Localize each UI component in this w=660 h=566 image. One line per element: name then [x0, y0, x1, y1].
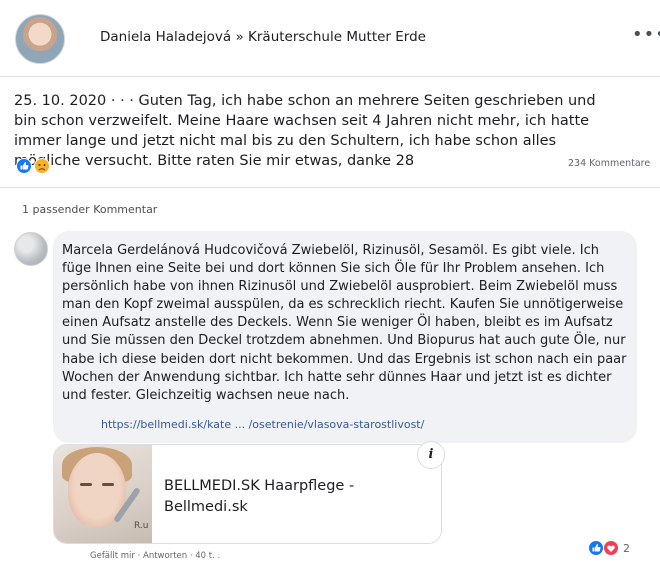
like-icon: [16, 158, 32, 174]
comment-reactions[interactable]: [588, 540, 622, 556]
post-reactions[interactable]: [16, 158, 56, 174]
header-divider: [0, 76, 660, 77]
post-author-title[interactable]: Daniela Haladejová » Kräuterschule Mutte…: [100, 29, 426, 45]
comment-text: Marcela Gerdelánová Hudcovičová Zwiebelö…: [62, 243, 627, 403]
link-preview-card[interactable]: R.u BELLMEDI.SK Haarpflege - Bellmedi.sk: [53, 444, 442, 544]
post-text: 25. 10. 2020 · · · Guten Tag, ich habe s…: [14, 93, 596, 169]
sad-icon: [34, 158, 50, 174]
matching-comments-label: 1 passender Kommentar: [22, 203, 158, 216]
post-divider: [0, 187, 660, 188]
love-icon: [603, 540, 619, 556]
author-avatar[interactable]: [15, 14, 65, 64]
more-dots-icon[interactable]: •••: [632, 26, 660, 44]
comment-meta[interactable]: Gefällt mir · Antworten · 40 t. .: [90, 551, 220, 561]
reaction-count[interactable]: 2: [623, 542, 630, 555]
commenter-avatar[interactable]: [14, 232, 48, 266]
card-thumbnail-caption: R.u: [134, 521, 149, 531]
card-title[interactable]: BELLMEDI.SK Haarpflege - Bellmedi.sk: [164, 476, 364, 518]
like-icon: [588, 540, 604, 556]
comment-count[interactable]: 234 Kommentare: [568, 158, 650, 169]
info-icon[interactable]: i: [417, 441, 445, 469]
comment-link[interactable]: https://bellmedi.sk/kate ... /osetrenie/…: [101, 418, 424, 431]
